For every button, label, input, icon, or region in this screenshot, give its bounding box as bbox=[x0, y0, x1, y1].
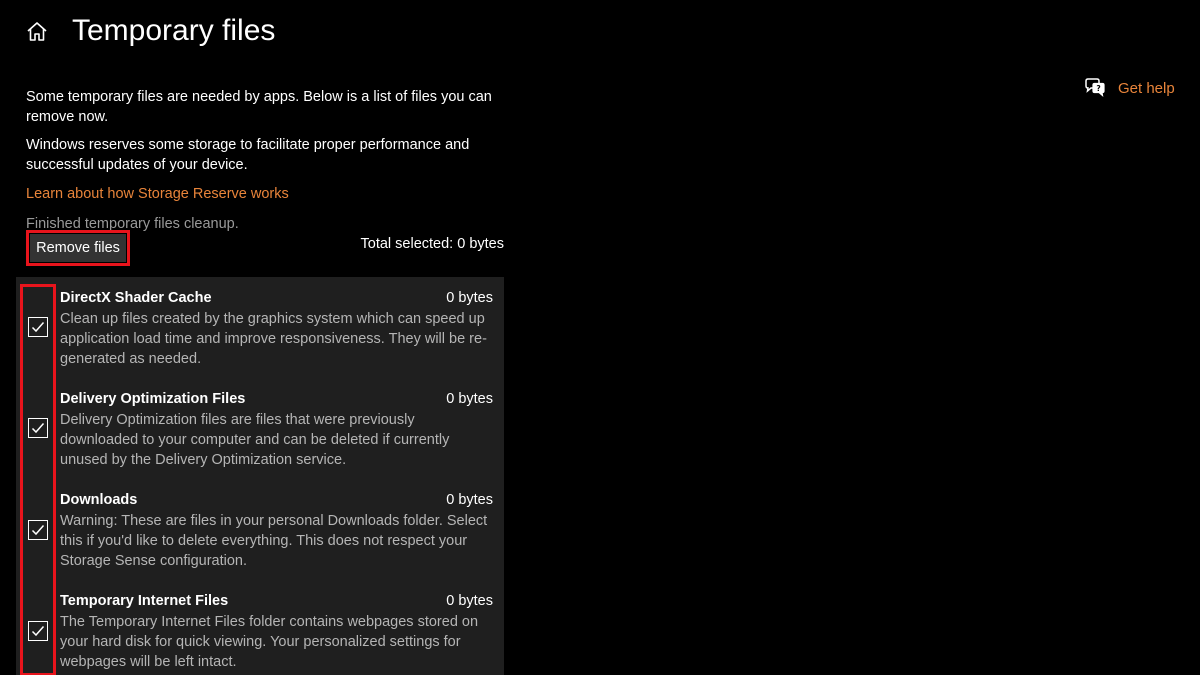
item-description: The Temporary Internet Files folder cont… bbox=[60, 614, 479, 670]
item-size: 0 bytes bbox=[446, 593, 493, 609]
page-title: Temporary files bbox=[72, 14, 276, 47]
file-category-list: DirectX Shader Cache 0 bytes Clean up fi… bbox=[16, 277, 504, 675]
item-name: Temporary Internet Files bbox=[60, 593, 229, 609]
item-name: DirectX Shader Cache bbox=[60, 290, 212, 306]
home-icon[interactable] bbox=[24, 19, 50, 45]
intro-text-storage-reserve: Windows reserves some storage to facilit… bbox=[26, 137, 470, 173]
item-name: Downloads bbox=[60, 492, 138, 508]
item-size: 0 bytes bbox=[446, 492, 493, 508]
item-size: 0 bytes bbox=[446, 290, 493, 306]
item-size: 0 bytes bbox=[446, 391, 493, 407]
svg-text:?: ? bbox=[1096, 84, 1100, 93]
intro-text-apps: Some temporary files are needed by apps.… bbox=[26, 89, 492, 125]
get-help-label: Get help bbox=[1118, 79, 1175, 97]
temporary-files-page: Temporary files ? Get help Some temporar… bbox=[0, 0, 1200, 675]
item-description: Warning: These are files in your persona… bbox=[60, 513, 488, 569]
remove-button-highlight bbox=[26, 230, 130, 266]
list-item: Temporary Internet Files 0 bytes The Tem… bbox=[16, 580, 504, 675]
get-help-link[interactable]: ? Get help bbox=[1084, 78, 1175, 98]
list-item: Downloads 0 bytes Warning: These are fil… bbox=[16, 479, 504, 579]
item-description: Delivery Optimization files are files th… bbox=[60, 412, 450, 468]
get-help-icon: ? bbox=[1085, 78, 1105, 98]
item-name: Delivery Optimization Files bbox=[60, 391, 246, 407]
total-selected-text: Total selected: 0 bytes bbox=[360, 236, 504, 252]
item-description: Clean up files created by the graphics s… bbox=[60, 311, 487, 367]
list-item: Delivery Optimization Files 0 bytes Deli… bbox=[16, 378, 504, 478]
storage-reserve-link[interactable]: Learn about how Storage Reserve works bbox=[26, 184, 289, 204]
checkbox-column-highlight bbox=[20, 284, 56, 675]
list-item: DirectX Shader Cache 0 bytes Clean up fi… bbox=[16, 277, 504, 377]
